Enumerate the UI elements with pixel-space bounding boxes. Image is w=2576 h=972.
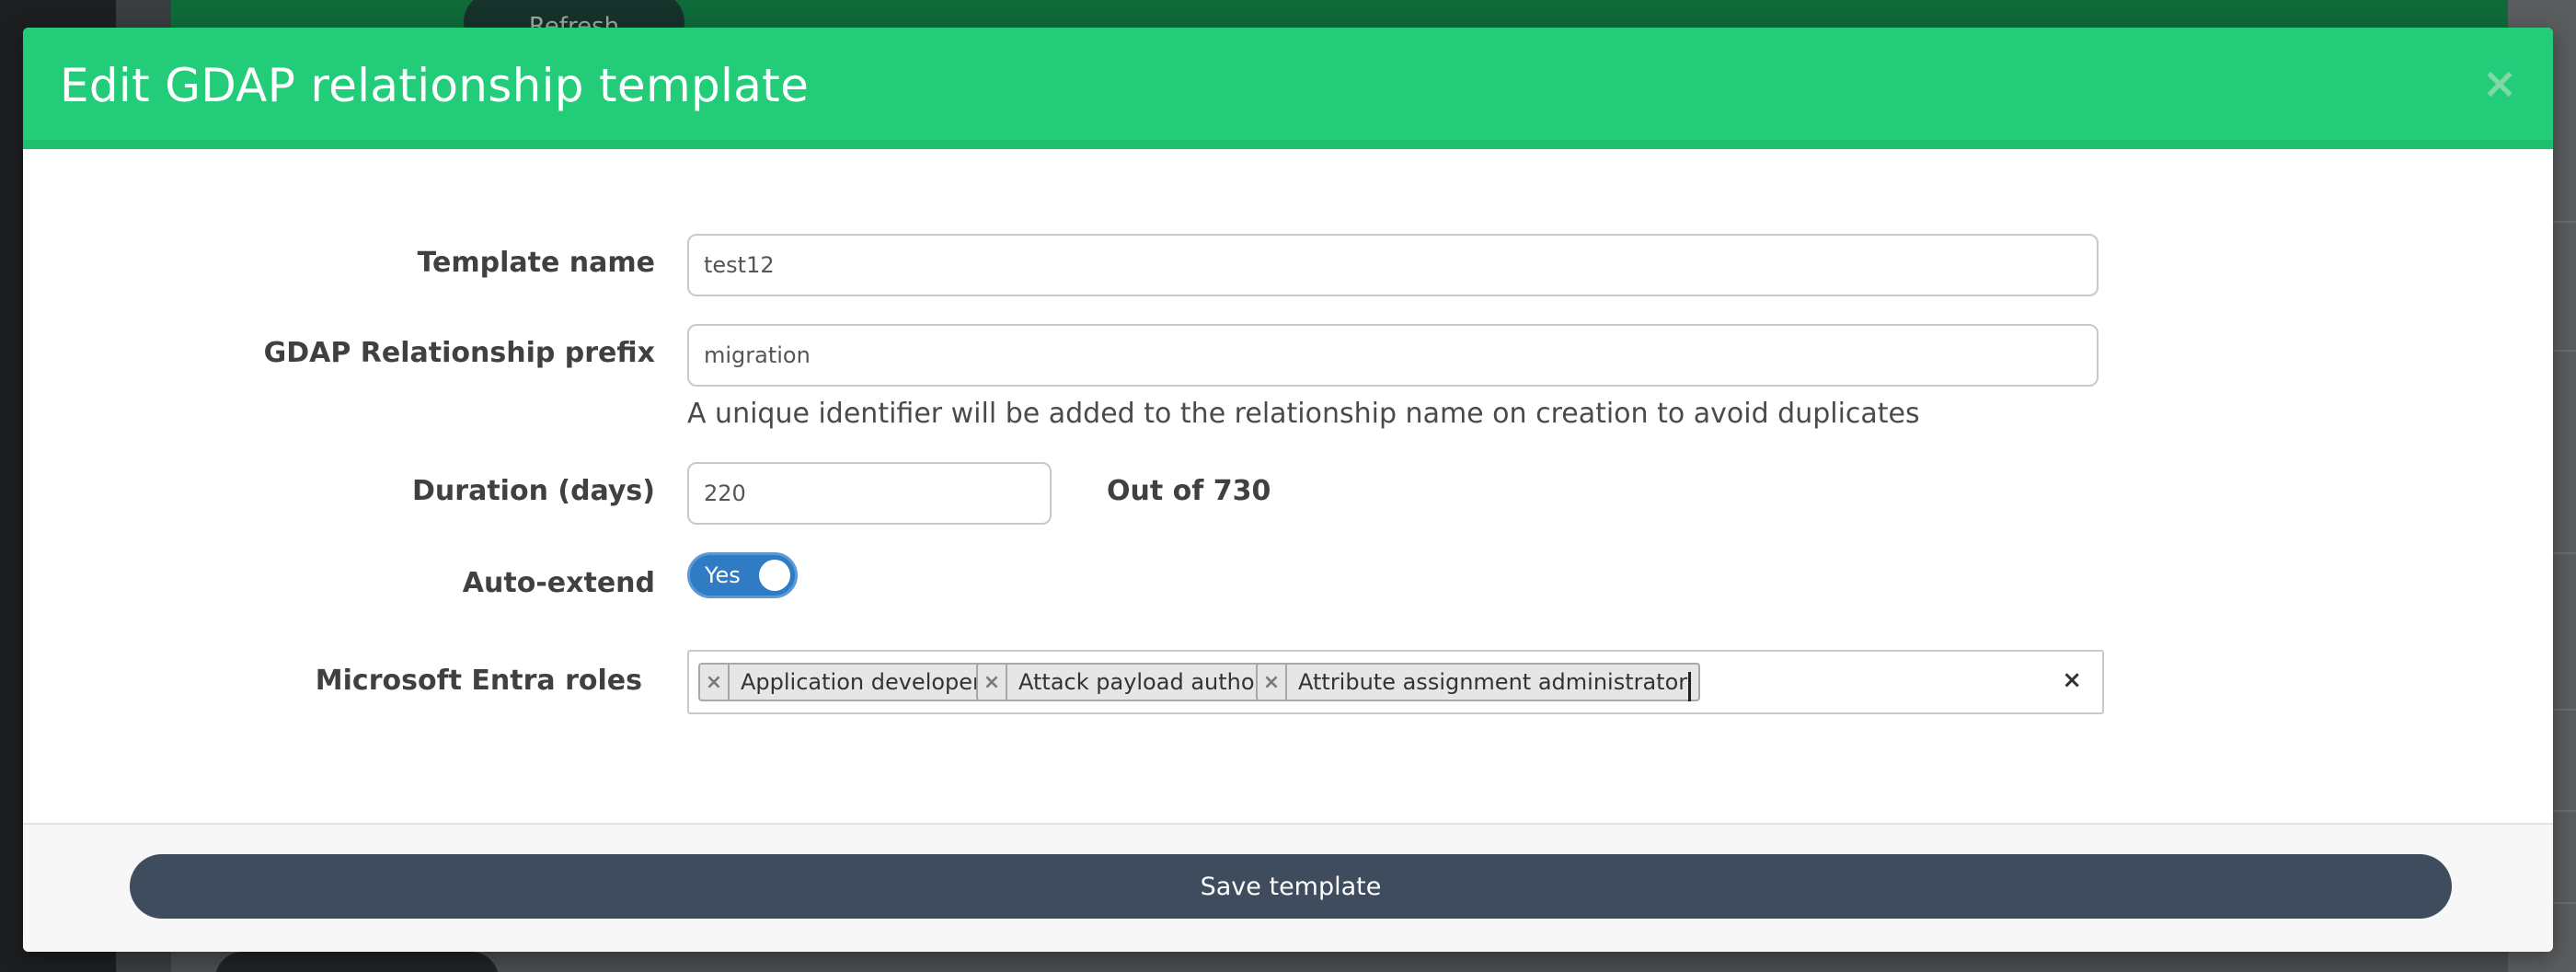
template-name-input[interactable]: [687, 234, 2099, 296]
role-chip: × Application developer: [698, 663, 995, 701]
toggle-state-label: Yes: [705, 562, 741, 588]
roles-multiselect[interactable]: × Application developer × Attack payload…: [687, 650, 2104, 714]
role-chip-label: Attribute assignment administrator: [1298, 669, 1688, 695]
role-chip: × Attack payload author: [976, 663, 1277, 701]
save-template-button[interactable]: Save template: [130, 854, 2452, 919]
role-chip-label: Attack payload author: [1018, 669, 1264, 695]
duration-max-text: Out of 730: [1107, 475, 1271, 507]
role-chip: × Attribute assignment administrator: [1256, 663, 1701, 701]
duration-label: Duration (days): [412, 475, 655, 507]
auto-extend-label: Auto-extend: [462, 567, 655, 599]
close-icon[interactable]: ×: [2479, 62, 2520, 104]
roles-label: Microsoft Entra roles: [315, 665, 642, 697]
prefix-input[interactable]: [687, 324, 2099, 387]
text-caret: [1688, 672, 1691, 701]
prefix-label: GDAP Relationship prefix: [263, 337, 655, 369]
remove-chip-icon[interactable]: ×: [700, 665, 730, 700]
modal-header: Edit GDAP relationship template ×: [23, 28, 2553, 149]
modal-title: Edit GDAP relationship template: [60, 59, 810, 112]
duration-input[interactable]: [687, 462, 1052, 525]
background-pill-button: [215, 952, 499, 972]
prefix-help-text: A unique identifier will be added to the…: [687, 398, 1920, 430]
clear-selection-icon[interactable]: ×: [2062, 666, 2082, 694]
auto-extend-toggle[interactable]: Yes: [687, 552, 798, 598]
template-name-label: Template name: [417, 247, 655, 279]
toggle-knob: [759, 560, 790, 591]
remove-chip-icon[interactable]: ×: [978, 665, 1007, 700]
role-chip-label: Application developer: [741, 669, 982, 695]
edit-template-modal: Edit GDAP relationship template × Templa…: [23, 28, 2553, 952]
remove-chip-icon[interactable]: ×: [1258, 665, 1287, 700]
modal-footer: Save template: [23, 823, 2553, 952]
